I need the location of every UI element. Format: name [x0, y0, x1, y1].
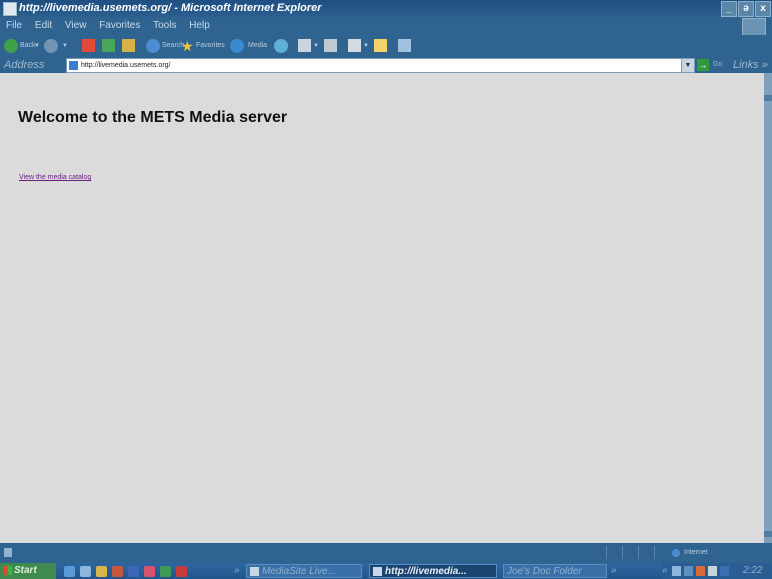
taskbar-button-mediasite[interactable]: MediaSite Live... [246, 564, 362, 578]
task-label: Joe's Doc Folder [507, 566, 582, 577]
messenger-tray-icon[interactable] [708, 566, 717, 576]
favorites-button-label[interactable]: Favorites [196, 35, 225, 57]
home-icon[interactable] [122, 39, 135, 52]
status-pane [654, 546, 669, 559]
ie-quicklaunch-icon[interactable] [64, 566, 75, 577]
task-label: MediaSite Live... [262, 566, 336, 577]
security-zone-label: Internet [684, 549, 708, 556]
word-quicklaunch-icon[interactable] [128, 566, 139, 577]
close-button[interactable]: x [755, 1, 771, 17]
quicklaunch-chevron[interactable]: » [234, 563, 240, 579]
volume-tray-icon[interactable] [684, 566, 693, 576]
page-heading: Welcome to the METS Media server [18, 109, 288, 126]
taskbar-chevron[interactable]: » [611, 563, 617, 579]
security-tray-icon[interactable] [696, 566, 705, 576]
back-arrow-icon[interactable] [4, 39, 18, 53]
taskbar: Start » MediaSite Live... http://livemed… [0, 563, 772, 579]
edit-icon[interactable] [348, 39, 361, 52]
title-bar[interactable]: http://livemedia.usemets.org/ - Microsof… [0, 0, 772, 17]
media-button-label[interactable]: Media [248, 35, 267, 57]
taskbar-clock[interactable]: 2:22 PM [743, 563, 772, 579]
history-icon[interactable] [274, 39, 288, 53]
excel-quicklaunch-icon[interactable] [160, 566, 171, 577]
menu-edit[interactable]: Edit [35, 20, 52, 31]
status-bar: Internet [0, 543, 772, 563]
internet-zone-icon [672, 549, 680, 557]
discuss-icon[interactable] [374, 39, 387, 52]
standard-toolbar: Back ▼ ▼ Search ★ Favorites Media ▼ ▼ [0, 35, 772, 57]
page-icon [69, 61, 78, 70]
ie-page-icon [3, 2, 17, 16]
status-pane [638, 546, 653, 559]
powerpoint-quicklaunch-icon[interactable] [144, 566, 155, 577]
media-catalog-link[interactable]: View the media catalog [19, 174, 91, 181]
mail-icon[interactable] [298, 39, 311, 52]
windows-flag-icon [3, 566, 12, 575]
stop-icon[interactable] [82, 39, 95, 52]
search-icon[interactable] [146, 39, 160, 53]
minimize-button[interactable]: _ [721, 1, 737, 17]
go-button-label[interactable]: Go [713, 57, 722, 73]
back-dropdown-icon[interactable]: ▼ [34, 35, 40, 57]
forward-arrow-icon[interactable] [44, 39, 58, 53]
windows-logo-icon [742, 18, 766, 36]
go-arrow-icon[interactable]: → [697, 59, 709, 71]
edit-dropdown-icon[interactable]: ▼ [363, 35, 369, 57]
update-tray-icon[interactable] [720, 566, 729, 576]
favorites-star-icon[interactable]: ★ [181, 35, 194, 57]
start-label: Start [14, 565, 37, 576]
messenger-icon[interactable] [398, 39, 411, 52]
menu-bar: File Edit View Favorites Tools Help [0, 17, 772, 36]
folder-quicklaunch-icon[interactable] [96, 566, 107, 577]
menu-view[interactable]: View [65, 20, 87, 31]
mail-dropdown-icon[interactable]: ▼ [313, 35, 319, 57]
taskbar-button-livemedia[interactable]: http://livemedia... [369, 564, 497, 578]
page-content: Welcome to the METS Media server View th… [0, 73, 764, 543]
tray-expand-chevron[interactable]: « [662, 563, 668, 579]
links-toolbar[interactable]: Links » [733, 57, 768, 73]
start-button[interactable]: Start [0, 563, 56, 579]
menu-file[interactable]: File [6, 20, 22, 31]
scroll-down-icon[interactable] [764, 531, 772, 537]
menu-tools[interactable]: Tools [153, 20, 176, 31]
ie-app-icon [250, 566, 259, 576]
ie-window: http://livemedia.usemets.org/ - Microsof… [0, 0, 772, 563]
address-url[interactable]: http://livemedia.usemets.org/ [81, 62, 171, 69]
ie-app-icon [373, 566, 382, 576]
menu-favorites[interactable]: Favorites [99, 20, 140, 31]
task-label: http://livemedia... [385, 566, 467, 577]
taskbar-button-doc-folder[interactable]: Joe's Doc Folder [503, 564, 607, 578]
status-pane [622, 546, 637, 559]
address-bar: Address http://livemedia.usemets.org/ ▼ … [0, 57, 772, 73]
refresh-icon[interactable] [102, 39, 115, 52]
media-quicklaunch-icon[interactable] [176, 566, 187, 577]
menu-help[interactable]: Help [189, 20, 210, 31]
vertical-scrollbar[interactable] [764, 73, 772, 543]
address-label: Address [4, 59, 45, 71]
maximize-button[interactable]: ə [738, 1, 754, 17]
window-title: http://livemedia.usemets.org/ - Microsof… [19, 2, 322, 14]
address-input[interactable]: http://livemedia.usemets.org/ [66, 58, 682, 73]
app-quicklaunch-icon[interactable] [112, 566, 123, 577]
forward-dropdown-icon[interactable]: ▼ [62, 35, 68, 57]
scroll-up-icon[interactable] [764, 95, 772, 101]
print-icon[interactable] [324, 39, 337, 52]
network-tray-icon[interactable] [672, 566, 681, 576]
media-icon[interactable] [230, 39, 244, 53]
address-dropdown-icon[interactable]: ▼ [681, 58, 695, 73]
done-page-icon [4, 548, 12, 557]
status-pane [606, 546, 621, 559]
outlook-quicklaunch-icon[interactable] [80, 566, 91, 577]
window-controls: _ ə x [720, 1, 771, 17]
